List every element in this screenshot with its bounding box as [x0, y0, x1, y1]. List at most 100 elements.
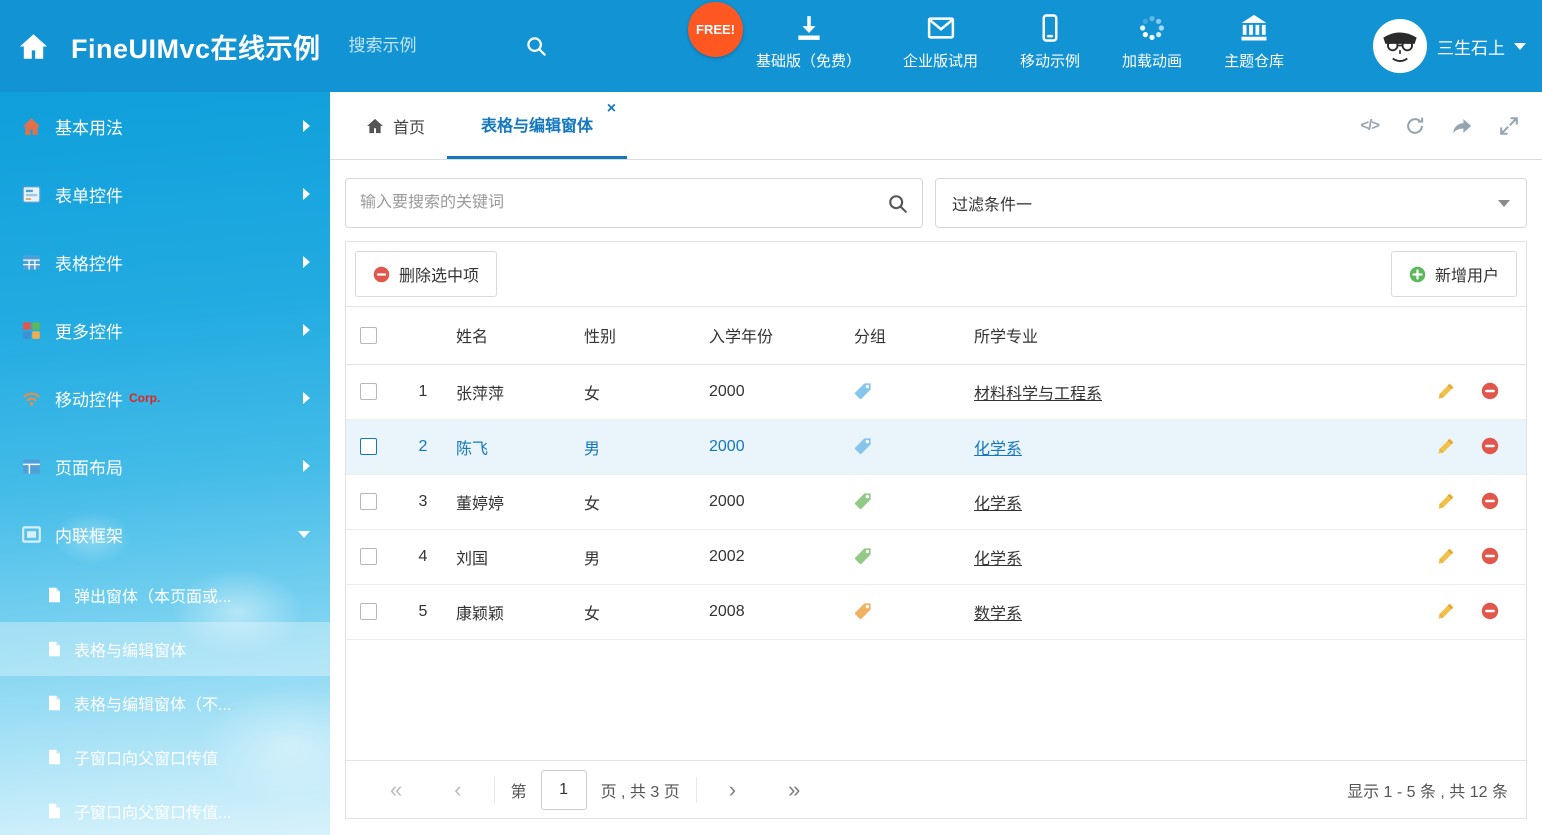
cell-gender: 男	[576, 419, 701, 474]
edit-icon[interactable]	[1437, 382, 1455, 400]
cell-year: 2002	[701, 529, 846, 584]
home-colored-icon	[22, 117, 41, 136]
edit-icon[interactable]	[1437, 547, 1455, 565]
row-checkbox[interactable]	[360, 548, 377, 565]
form-icon	[22, 185, 41, 204]
chevron-right-icon	[303, 392, 310, 404]
edit-icon[interactable]	[1437, 602, 1455, 620]
maximize-icon[interactable]	[1498, 115, 1520, 137]
prev-page-button[interactable]: ‹	[428, 779, 487, 801]
refresh-icon[interactable]	[1404, 115, 1426, 137]
header-nav-mobile-demo[interactable]: 移动示例	[1006, 13, 1094, 71]
sidebar-item-page-layout[interactable]: 页面布局	[0, 432, 330, 500]
first-page-button[interactable]: «	[364, 779, 428, 801]
sidebar-subitem-label: 子窗口向父窗口传值...	[74, 799, 231, 823]
sidebar-subitem-label: 表格与编辑窗体	[74, 637, 186, 661]
page-number-input[interactable]	[541, 770, 587, 810]
add-user-button[interactable]: 新增用户	[1391, 251, 1517, 297]
plus-circle-icon	[1409, 266, 1426, 283]
sidebar-item-label: 表格控件	[55, 250, 123, 275]
cell-year: 2000	[701, 419, 846, 474]
cell-name: 刘国	[448, 529, 576, 584]
row-checkbox[interactable]	[360, 603, 377, 620]
header-search	[349, 35, 547, 57]
grid-body: 1张萍萍女2000材料科学与工程系2陈飞男2000化学系3董婷婷女2000化学系…	[346, 364, 1526, 639]
column-header-major: 所学专业	[966, 307, 1411, 364]
view-source-icon[interactable]: </>	[1360, 117, 1379, 134]
blocks-icon	[22, 321, 41, 340]
file-icon	[46, 695, 62, 711]
sidebar-item-more-controls[interactable]: 更多控件	[0, 296, 330, 364]
select-all-checkbox[interactable]	[360, 327, 377, 344]
sidebar-item-label: 移动控件	[55, 386, 123, 411]
sidebar-subitem[interactable]: 子窗口向父窗口传值...	[0, 784, 330, 835]
tab-tools: </>	[1360, 92, 1542, 159]
sidebar-item-grid-controls[interactable]: 表格控件	[0, 228, 330, 296]
nav-item-label: 加载动画	[1122, 50, 1182, 71]
row-checkbox[interactable]	[360, 438, 377, 455]
sidebar: 基本用法表单控件表格控件更多控件移动控件 Corp. 页面布局内联框架弹出窗体（本页…	[0, 92, 330, 835]
sidebar-subitem[interactable]: 表格与编辑窗体（不...	[0, 676, 330, 730]
file-icon	[46, 587, 62, 603]
delete-row-icon[interactable]	[1481, 547, 1499, 565]
major-link[interactable]: 数学系	[974, 606, 1022, 623]
table-row[interactable]: 3董婷婷女2000化学系	[346, 474, 1526, 529]
column-header-group: 分组	[846, 307, 966, 364]
sidebar-item-form-controls[interactable]: 表单控件	[0, 160, 330, 228]
nav-item-label: 移动示例	[1020, 50, 1080, 71]
table-row[interactable]: 2陈飞男2000化学系	[346, 419, 1526, 474]
major-link[interactable]: 材料科学与工程系	[974, 386, 1102, 403]
sidebar-item-basic-usage[interactable]: 基本用法	[0, 92, 330, 160]
tag-icon	[854, 382, 872, 400]
header-nav-enterprise-trial[interactable]: 企业版试用	[889, 13, 992, 71]
sidebar-item-inline-frame[interactable]: 内联框架	[0, 500, 330, 568]
delete-row-icon[interactable]	[1481, 602, 1499, 620]
header-nav: 基础版（免费）企业版试用移动示例 加载动画 主题仓库	[742, 13, 1298, 71]
delete-row-icon[interactable]	[1481, 437, 1499, 455]
edit-icon[interactable]	[1437, 437, 1455, 455]
corp-badge: Corp.	[129, 391, 160, 405]
page-prefix: 第	[511, 778, 527, 802]
sidebar-item-label: 内联框架	[55, 522, 123, 547]
search-icon[interactable]	[887, 193, 908, 214]
chevron-right-icon	[303, 188, 310, 200]
header-nav-loading-animation[interactable]: 加载动画	[1108, 13, 1196, 71]
major-link[interactable]: 化学系	[974, 441, 1022, 458]
home-logo-icon[interactable]	[16, 31, 51, 62]
tab-home[interactable]: 首页	[344, 92, 447, 159]
delete-selected-button[interactable]: 删除选中项	[355, 251, 497, 297]
tag-icon	[854, 602, 872, 620]
filter-dropdown[interactable]: 过滤条件一	[935, 178, 1527, 228]
delete-row-icon[interactable]	[1481, 492, 1499, 510]
search-icon[interactable]	[525, 35, 547, 57]
sidebar-subitem[interactable]: 表格与编辑窗体	[0, 622, 330, 676]
tab-grid-edit-window[interactable]: 表格与编辑窗体 ×	[447, 92, 627, 159]
row-number: 3	[398, 474, 448, 529]
sidebar-item-mobile-controls[interactable]: 移动控件 Corp.	[0, 364, 330, 432]
major-link[interactable]: 化学系	[974, 496, 1022, 513]
row-checkbox[interactable]	[360, 383, 377, 400]
sidebar-subitem[interactable]: 弹出窗体（本页面或...	[0, 568, 330, 622]
header-nav-basic-free[interactable]: 基础版（免费）	[742, 13, 875, 71]
row-number: 2	[398, 419, 448, 474]
header-user-menu[interactable]: 三生石上	[1373, 19, 1526, 73]
table-row[interactable]: 5康颖颖女2008数学系	[346, 584, 1526, 639]
row-checkbox[interactable]	[360, 493, 377, 510]
table-row[interactable]: 4刘国男2002化学系	[346, 529, 1526, 584]
table-icon	[22, 253, 41, 272]
open-new-window-icon[interactable]	[1451, 115, 1473, 137]
keyword-search-input[interactable]	[360, 194, 887, 212]
header-search-input[interactable]	[349, 36, 499, 56]
download-icon	[794, 13, 824, 43]
header-nav-theme-store[interactable]: 主题仓库	[1210, 13, 1298, 71]
last-page-button[interactable]: »	[762, 779, 826, 801]
major-link[interactable]: 化学系	[974, 551, 1022, 568]
delete-row-icon[interactable]	[1481, 382, 1499, 400]
avatar[interactable]	[1373, 19, 1427, 73]
sidebar-subitem[interactable]: 子窗口向父窗口传值	[0, 730, 330, 784]
close-icon[interactable]: ×	[607, 101, 616, 117]
row-number: 4	[398, 529, 448, 584]
table-row[interactable]: 1张萍萍女2000材料科学与工程系	[346, 364, 1526, 419]
next-page-button[interactable]: ›	[703, 779, 762, 801]
edit-icon[interactable]	[1437, 492, 1455, 510]
